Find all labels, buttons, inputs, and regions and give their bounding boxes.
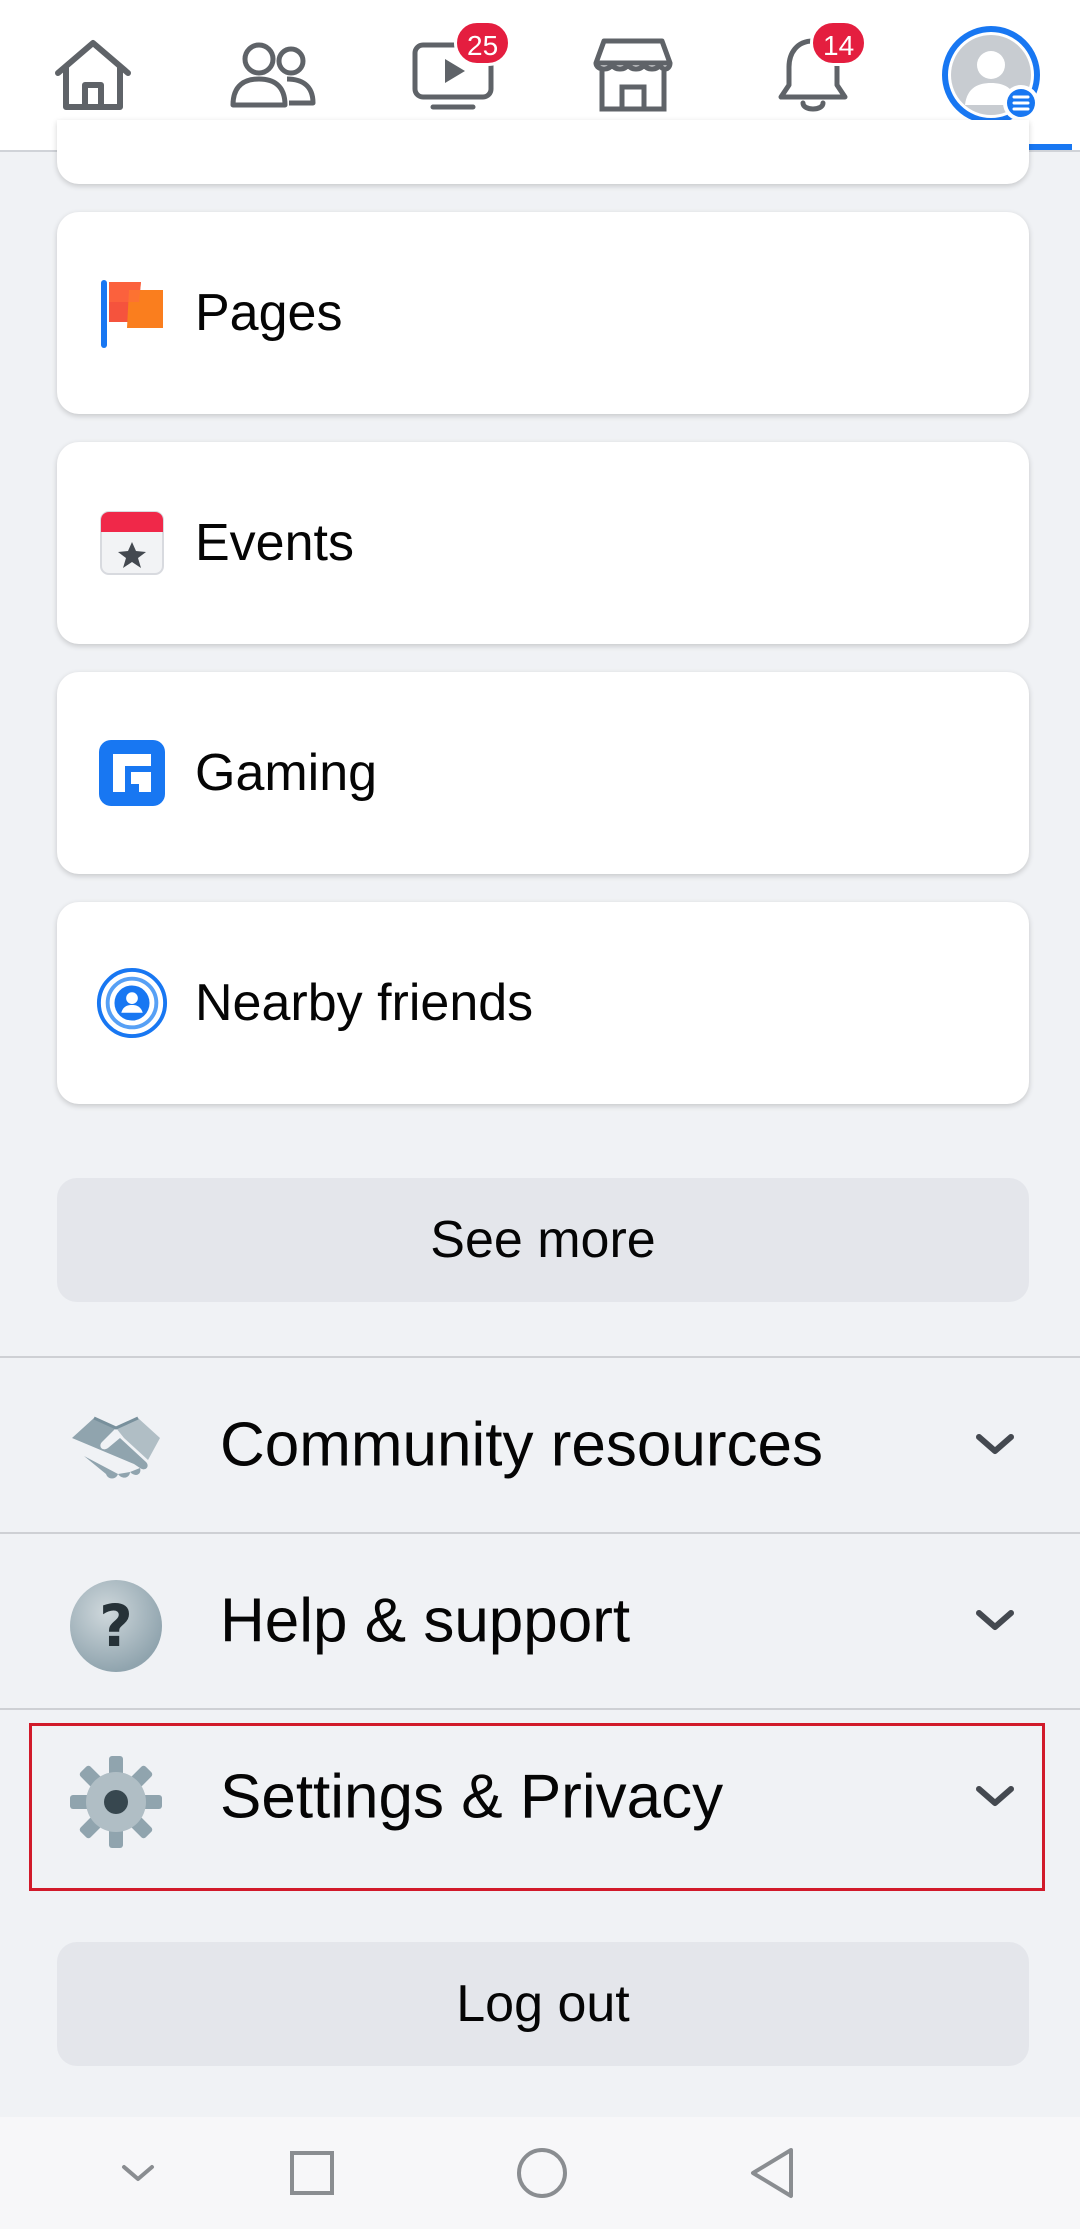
pages-flag-icon xyxy=(95,276,169,350)
question-mark-icon: ? xyxy=(64,1574,168,1678)
watch-badge: 25 xyxy=(454,20,512,66)
section-community-resources[interactable]: Community resources xyxy=(0,1358,1080,1532)
shortcut-gaming[interactable]: Gaming xyxy=(57,672,1029,874)
shortcut-pages[interactable]: Pages xyxy=(57,212,1029,414)
section-help-support[interactable]: ? Help & support xyxy=(0,1534,1080,1708)
shortcut-events[interactable]: Events xyxy=(57,442,1029,644)
chevron-down-icon[interactable] xyxy=(108,2143,168,2203)
system-navigation-bar xyxy=(0,2117,1080,2229)
chevron-down-icon xyxy=(970,1420,1020,1470)
home-icon xyxy=(55,40,131,110)
log-out-button[interactable]: Log out xyxy=(57,1942,1029,2066)
handshake-icon xyxy=(64,1398,168,1502)
shortcut-nearby-friends[interactable]: Nearby friends xyxy=(57,902,1029,1104)
gaming-icon xyxy=(95,736,169,810)
shortcut-label: Events xyxy=(195,514,354,572)
svg-text:?: ? xyxy=(99,1592,133,1660)
shortcut-label: Pages xyxy=(195,284,343,342)
friends-icon xyxy=(230,42,316,108)
profile-menu-icon xyxy=(942,26,1040,124)
section-label: Community resources xyxy=(220,1410,823,1480)
selection-highlight xyxy=(29,1723,1045,1891)
shortcut-card-partial[interactable] xyxy=(57,120,1029,184)
recents-square-icon[interactable] xyxy=(282,2143,342,2203)
shortcut-label: Gaming xyxy=(195,744,378,802)
section-label: Help & support xyxy=(220,1586,631,1656)
notifications-badge: 14 xyxy=(810,20,868,66)
back-triangle-icon[interactable] xyxy=(742,2143,802,2203)
chevron-down-icon xyxy=(970,1596,1020,1646)
shortcut-label: Nearby friends xyxy=(195,974,534,1032)
marketplace-icon xyxy=(593,38,673,112)
events-calendar-icon xyxy=(95,506,169,580)
nearby-friends-icon xyxy=(95,966,169,1040)
home-circle-icon[interactable] xyxy=(512,2143,572,2203)
see-more-button[interactable]: See more xyxy=(57,1178,1029,1302)
